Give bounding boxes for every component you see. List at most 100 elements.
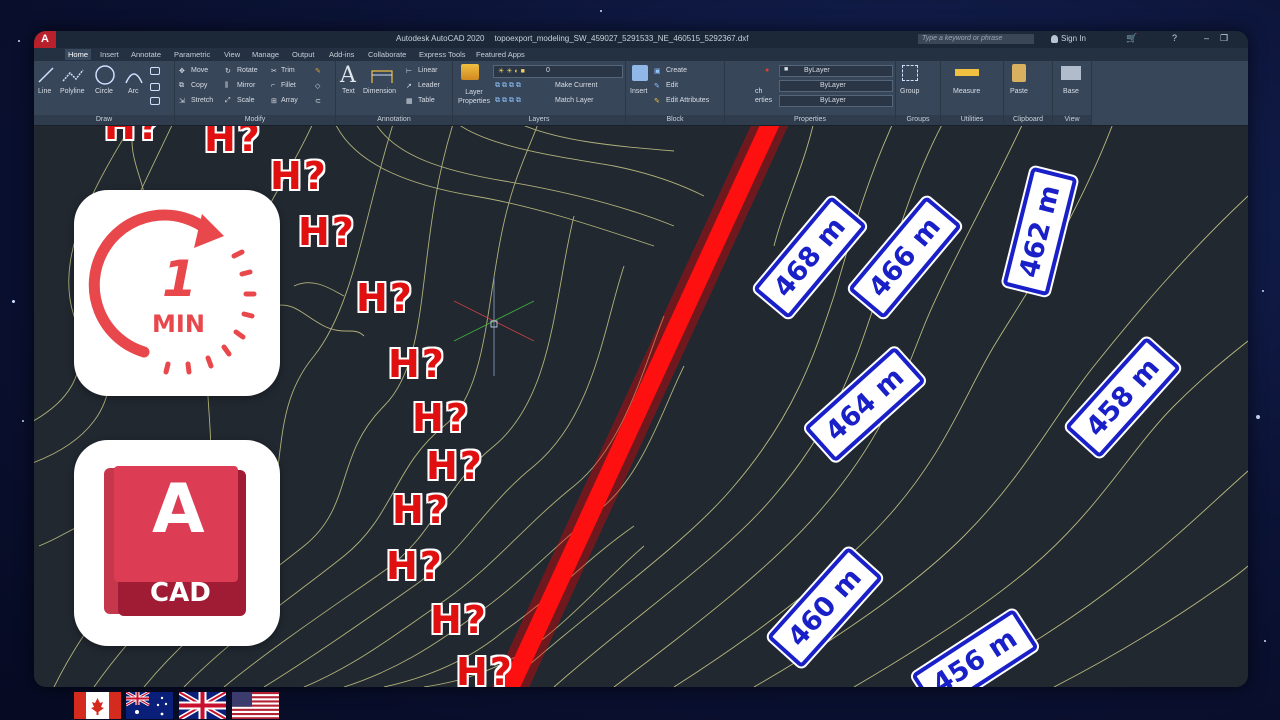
- table-button[interactable]: Table: [418, 97, 435, 104]
- match-layer-button[interactable]: Match Layer: [555, 97, 594, 104]
- layer-tools-icon[interactable]: ⧉ ⧉ ⧉ ⧉: [495, 82, 521, 90]
- arc-button[interactable]: Arc: [128, 88, 139, 95]
- height-unknown-label: H?: [386, 544, 444, 588]
- stretch-button[interactable]: Stretch: [191, 97, 213, 104]
- help-icon[interactable]: ?: [1172, 33, 1177, 43]
- group-button[interactable]: Group: [900, 88, 919, 95]
- star: [1262, 290, 1264, 292]
- array-icon: ⊞: [271, 98, 277, 105]
- color-dropdown[interactable]: ■ ByLayer: [779, 65, 893, 77]
- copy-button[interactable]: Copy: [191, 82, 207, 89]
- make-current-button[interactable]: Make Current: [555, 82, 597, 89]
- erase-icon[interactable]: ✎: [315, 67, 321, 75]
- layer-properties-button[interactable]: Layer Properties: [457, 88, 491, 106]
- edit-button[interactable]: Edit: [666, 82, 678, 89]
- scale-button[interactable]: Scale: [237, 97, 255, 104]
- rotate-button[interactable]: Rotate: [237, 67, 258, 74]
- offset-icon[interactable]: ⊂: [315, 97, 321, 105]
- tab-annotate[interactable]: Annotate: [131, 50, 161, 59]
- boundary-icon[interactable]: [150, 97, 160, 105]
- color-value: ByLayer: [804, 67, 830, 74]
- edit-attributes-button[interactable]: Edit Attributes: [666, 97, 709, 104]
- height-unknown-label: H?: [298, 210, 356, 254]
- base-icon: [1061, 66, 1081, 80]
- layers-panel: Layer Properties ☀ ☀ ◐ ■ 0 ⧉ ⧉ ⧉ ⧉ Make …: [453, 61, 626, 125]
- layer-properties-icon: [461, 64, 479, 80]
- tab-add-ins[interactable]: Add-ins: [329, 50, 354, 59]
- groups-panel-title[interactable]: Groups: [896, 115, 940, 125]
- text-button[interactable]: Text: [342, 88, 355, 95]
- explode-icon[interactable]: ◇: [315, 82, 320, 90]
- tab-express-tools[interactable]: Express Tools: [419, 50, 466, 59]
- tab-output[interactable]: Output: [292, 50, 315, 59]
- move-button[interactable]: Move: [191, 67, 208, 74]
- measure-button[interactable]: Measure: [953, 88, 980, 95]
- line-button[interactable]: Line: [38, 88, 51, 95]
- stretch-icon: ⇲: [179, 98, 185, 105]
- star: [1256, 415, 1260, 419]
- utilities-panel-title[interactable]: Utilities: [941, 115, 1003, 125]
- dimension-button[interactable]: Dimension: [363, 88, 396, 95]
- base-button[interactable]: Base: [1063, 88, 1079, 95]
- clipboard-panel-title[interactable]: Clipboard: [1004, 115, 1052, 125]
- tab-view[interactable]: View: [224, 50, 240, 59]
- properties-panel: ● ch erties ■ ByLayer ByLayer ByLayer Pr…: [725, 61, 896, 125]
- tab-featured-apps[interactable]: Featured Apps: [476, 50, 525, 59]
- mirror-button[interactable]: Mirror: [237, 82, 255, 89]
- circle-button[interactable]: Circle: [95, 88, 113, 95]
- height-unknown-label: H?: [430, 598, 488, 642]
- leader-dropdown[interactable]: Leader: [418, 82, 440, 89]
- linear-icon: ⊢: [406, 68, 413, 75]
- linear-dropdown[interactable]: Linear: [418, 67, 437, 74]
- tab-parametric[interactable]: Parametric: [174, 50, 210, 59]
- autocad-cad-text: CAD: [150, 578, 211, 608]
- restore-icon[interactable]: ❐: [1220, 33, 1228, 44]
- uk-flag: [179, 692, 226, 719]
- properties-panel-title[interactable]: Properties: [725, 115, 895, 125]
- height-unknown-label: H?: [426, 444, 484, 488]
- mirror-icon: ⫼: [225, 82, 229, 89]
- copy-icon: ⧉: [179, 82, 184, 89]
- usa-flag: [232, 692, 279, 719]
- hatch-icon[interactable]: [150, 83, 160, 91]
- draw-panel-title[interactable]: Draw: [34, 115, 174, 125]
- layer-tools-icon-2[interactable]: ⧉ ⧉ ⧉ ⧉: [495, 97, 521, 105]
- layer-status-icon: ☀ ☀ ◐ ■: [498, 68, 525, 75]
- trim-button[interactable]: Trim: [281, 67, 295, 74]
- tab-home[interactable]: Home: [65, 49, 92, 60]
- annotation-panel: A Text Dimension ⊢ Linear ↗ Leader ▦ Tab…: [336, 61, 453, 125]
- polyline-icon: [62, 69, 84, 82]
- height-unknown-label: H?: [456, 650, 514, 687]
- create-button[interactable]: Create: [666, 67, 687, 74]
- insert-button[interactable]: Insert: [630, 88, 648, 95]
- edit-icon: ✎: [654, 83, 660, 90]
- user-icon[interactable]: [1051, 35, 1058, 43]
- tab-insert[interactable]: Insert: [100, 50, 119, 59]
- view-panel-title[interactable]: View: [1053, 115, 1091, 125]
- fillet-icon: ⌐: [271, 82, 276, 89]
- block-panel-title[interactable]: Block: [626, 115, 724, 125]
- australia-flag: [126, 692, 173, 719]
- modify-panel-title[interactable]: Modify: [175, 115, 335, 125]
- paste-icon: [1012, 64, 1026, 82]
- annotation-panel-title[interactable]: Annotation: [336, 115, 452, 125]
- array-button[interactable]: Array: [281, 97, 298, 104]
- paste-button[interactable]: Paste: [1010, 88, 1028, 95]
- minimize-icon[interactable]: –: [1204, 33, 1209, 43]
- cart-icon[interactable]: 🛒: [1126, 33, 1137, 44]
- fillet-button[interactable]: Fillet: [281, 82, 296, 89]
- tab-collaborate[interactable]: Collaborate: [368, 50, 406, 59]
- match-properties-icon: ●: [765, 67, 770, 74]
- tab-manage[interactable]: Manage: [252, 50, 279, 59]
- autocad-letter: A: [152, 470, 205, 549]
- polyline-button[interactable]: Polyline: [60, 88, 85, 95]
- lineweight-dropdown[interactable]: ByLayer: [779, 95, 893, 107]
- autocad-logo-icon[interactable]: A: [34, 31, 56, 48]
- match-properties-partial[interactable]: ch: [755, 88, 762, 95]
- layers-panel-title[interactable]: Layers: [453, 115, 625, 125]
- sign-in-button[interactable]: Sign In: [1061, 34, 1086, 43]
- layer-dropdown[interactable]: ☀ ☀ ◐ ■ 0: [493, 65, 623, 78]
- rectangle-icon[interactable]: [150, 67, 160, 75]
- linetype-dropdown[interactable]: ByLayer: [779, 80, 893, 92]
- search-input[interactable]: Type a keyword or phrase: [918, 34, 1034, 44]
